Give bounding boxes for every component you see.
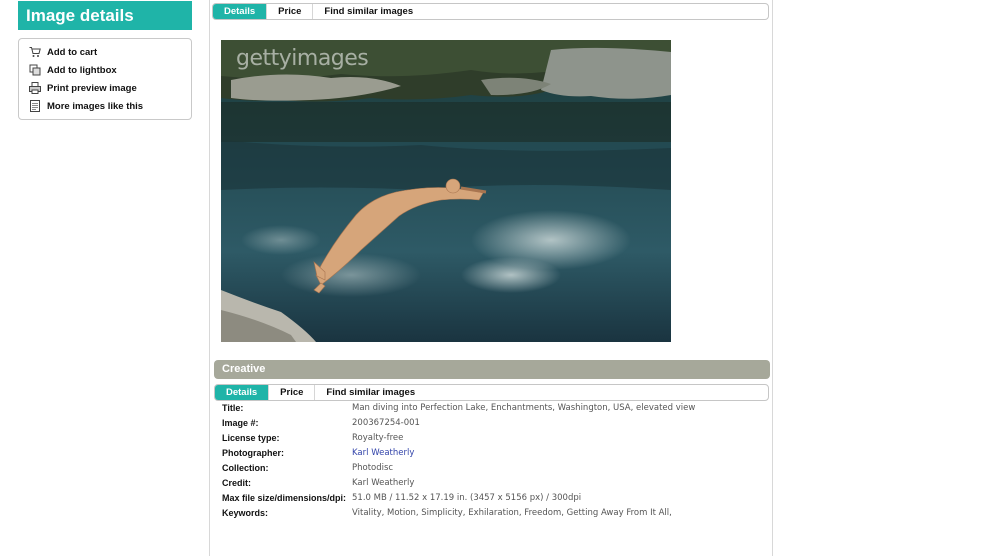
detail-row-max-file-size: Max file size/dimensions/dpi: 51.0 MB / … [222, 492, 742, 504]
add-to-cart-link[interactable]: Add to cart [27, 43, 191, 61]
tab-find-similar-top[interactable]: Find similar images [313, 4, 424, 19]
add-to-cart-label: Add to cart [47, 46, 98, 58]
sidebar-actions: Add to cart Add to lightbox Print previe… [18, 38, 192, 120]
detail-key: Photographer: [222, 448, 284, 458]
section-title: Creative [214, 360, 770, 379]
photographer-link[interactable]: Karl Weatherly [352, 447, 742, 459]
detail-value: Photodisc [352, 463, 394, 473]
detail-row-keywords: Keywords: Vitality, Motion, Simplicity, … [222, 507, 742, 519]
detail-key: Image #: [222, 418, 259, 428]
tab-details-lower[interactable]: Details [215, 385, 270, 400]
tab-price-top[interactable]: Price [267, 4, 314, 19]
cart-icon [27, 46, 43, 58]
watermark-text: gettyimages [236, 46, 369, 71]
detail-row-title: Title: Man diving into Perfection Lake, … [222, 402, 742, 414]
detail-value: Vitality, Motion, Simplicity, Exhilarati… [352, 508, 672, 518]
detail-value: Karl Weatherly [352, 478, 415, 488]
preview-image[interactable] [221, 40, 671, 342]
print-preview-label: Print preview image [47, 82, 137, 94]
add-to-lightbox-label: Add to lightbox [47, 64, 117, 76]
detail-value: 200367254-001 [352, 418, 420, 428]
detail-key: License type: [222, 433, 280, 443]
add-to-lightbox-link[interactable]: Add to lightbox [27, 61, 191, 79]
detail-key: Title: [222, 403, 244, 413]
detail-row-credit: Credit: Karl Weatherly [222, 477, 742, 489]
lightbox-icon [27, 64, 43, 76]
detail-key: Max file size/dimensions/dpi: [222, 493, 347, 503]
detail-row-license: License type: Royalty-free [222, 432, 742, 444]
detail-row-image-number: Image #: 200367254-001 [222, 417, 742, 429]
detail-row-collection: Collection: Photodisc [222, 462, 742, 474]
lower-tab-bar: Details Price Find similar images [214, 384, 769, 401]
tab-price-lower[interactable]: Price [269, 385, 316, 400]
detail-value: Man diving into Perfection Lake, Enchant… [352, 403, 696, 413]
more-images-label: More images like this [47, 100, 144, 112]
details-table: Title: Man diving into Perfection Lake, … [222, 402, 742, 522]
top-tab-bar: Details Price Find similar images [212, 3, 769, 20]
document-icon [27, 100, 43, 112]
print-preview-link[interactable]: Print preview image [27, 79, 191, 97]
detail-key: Keywords: [222, 508, 269, 518]
detail-row-photographer: Photographer: Karl Weatherly [222, 447, 742, 459]
tab-find-similar-lower[interactable]: Find similar images [315, 385, 426, 400]
printer-icon [27, 82, 43, 94]
tab-details-top[interactable]: Details [213, 4, 268, 19]
sidebar-title: Image details [18, 1, 192, 30]
detail-key: Credit: [222, 478, 251, 488]
detail-key: Collection: [222, 463, 269, 473]
detail-value: 51.0 MB / 11.52 x 17.19 in. (3457 x 5156… [352, 493, 582, 503]
more-images-link[interactable]: More images like this [27, 97, 191, 115]
detail-value: Royalty-free [352, 433, 404, 443]
